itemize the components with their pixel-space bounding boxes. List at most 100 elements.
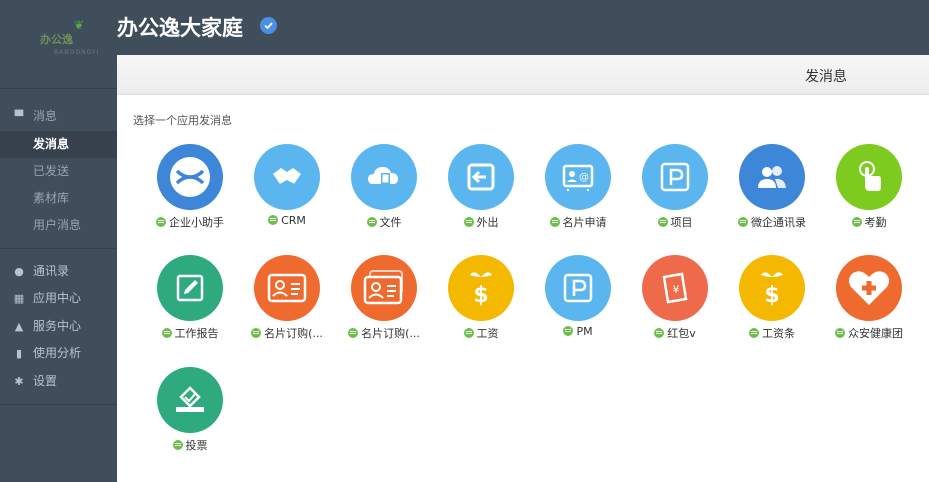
message-icon bbox=[835, 328, 845, 338]
message-icon bbox=[657, 217, 668, 227]
sidebar-item-sent[interactable]: 已发送 bbox=[0, 158, 117, 185]
message-icon bbox=[251, 328, 262, 338]
vote-icon bbox=[157, 367, 223, 433]
svg-text:$: $ bbox=[764, 283, 779, 308]
sidebar-item-send-message[interactable]: 发消息 bbox=[0, 131, 117, 158]
instruction-text: 选择一个应用发消息 bbox=[133, 114, 232, 127]
app-tile-label: 文件 bbox=[379, 216, 402, 229]
app-tile-weiqi-contacts[interactable]: 微企通讯录 bbox=[727, 144, 817, 239]
sidebar-item-user-messages[interactable]: 用户消息 bbox=[0, 212, 117, 239]
apps-icon: ▦ bbox=[13, 292, 25, 305]
id-card-icon bbox=[254, 255, 320, 321]
app-tile-label: 外出 bbox=[476, 216, 499, 229]
message-icon bbox=[463, 217, 474, 227]
message-icon bbox=[549, 217, 560, 227]
sidebar-item-settings[interactable]: ✱ 设置 bbox=[0, 368, 117, 395]
sidebar-item-contacts[interactable]: ● 通讯录 bbox=[0, 258, 117, 285]
app-tile-files[interactable]: 文件 bbox=[339, 144, 429, 239]
message-icon bbox=[268, 215, 279, 225]
app-tile-label: 项目 bbox=[670, 216, 693, 229]
app-tile-card-order-1[interactable]: 名片订购(... bbox=[242, 255, 332, 350]
gear-icon: ✱ bbox=[14, 375, 24, 388]
message-icon bbox=[348, 328, 359, 338]
handshake-icon bbox=[254, 144, 320, 210]
sidebar: ▀ 消息 发消息 已发送 素材库 用户消息 ● 通讯录 ▦ 应用中心 ▲ 服务中… bbox=[0, 55, 117, 482]
exit-icon bbox=[448, 144, 514, 210]
message-icon bbox=[463, 328, 474, 338]
app-tile-label: 微企通讯录 bbox=[751, 216, 806, 229]
app-tile-zhongan-health[interactable]: 众安健康团 bbox=[824, 255, 914, 350]
verified-check-icon bbox=[260, 17, 277, 34]
salary-icon: $ bbox=[448, 255, 514, 321]
leaf-icon: ❦ bbox=[74, 18, 85, 32]
sidebar-item-materials[interactable]: 素材库 bbox=[0, 185, 117, 212]
app-tile-pm[interactable]: PM bbox=[533, 255, 623, 350]
health-heart-icon bbox=[836, 255, 902, 321]
sidebar-divider bbox=[0, 88, 117, 89]
app-tile-card-order-2[interactable]: 名片订购(... bbox=[339, 255, 429, 350]
app-tile-label: 名片申请 bbox=[562, 216, 607, 229]
edit-report-icon bbox=[157, 255, 223, 321]
contacts-icon: ● bbox=[14, 265, 24, 278]
touch-icon bbox=[836, 144, 902, 210]
app-tile-label: CRM bbox=[281, 214, 306, 227]
app-tile-label: 名片订购(... bbox=[361, 327, 420, 340]
app-tile-label: PM bbox=[576, 325, 593, 338]
panel-header: 发消息 bbox=[117, 55, 929, 95]
sidebar-item-label: 使用分析 bbox=[33, 346, 82, 360]
sidebar-item-label: 设置 bbox=[33, 374, 58, 388]
message-icon bbox=[161, 328, 172, 338]
sidebar-item-app-center[interactable]: ▦ 应用中心 bbox=[0, 285, 117, 312]
app-tile-label: 企业小助手 bbox=[169, 216, 224, 229]
sidebar-item-label: 消息 bbox=[33, 109, 58, 123]
app-tile-vote[interactable]: 投票 bbox=[145, 367, 235, 462]
payslip-icon: $ bbox=[739, 255, 805, 321]
app-tile-red-packet[interactable]: ¥ 红包v bbox=[630, 255, 720, 350]
app-tile-label: 考勤 bbox=[864, 216, 887, 229]
message-icon bbox=[851, 217, 862, 227]
sidebar-item-label: 已发送 bbox=[33, 164, 70, 178]
project-p-icon bbox=[642, 144, 708, 210]
app-tile-outing[interactable]: 外出 bbox=[436, 144, 526, 239]
service-icon: ▲ bbox=[14, 320, 24, 333]
app-tile-attendance[interactable]: 考勤 bbox=[824, 144, 914, 239]
app-tile-label: 工资条 bbox=[762, 327, 795, 340]
app-tile-crm[interactable]: CRM bbox=[242, 144, 332, 239]
app-tile-project[interactable]: 项目 bbox=[630, 144, 720, 239]
app-tile-label: 名片订购(... bbox=[264, 327, 323, 340]
svg-text:¥: ¥ bbox=[673, 283, 680, 296]
people-icon bbox=[739, 144, 805, 210]
svg-text:$: $ bbox=[473, 283, 488, 308]
sidebar-item-service-center[interactable]: ▲ 服务中心 bbox=[0, 313, 117, 340]
pm-p-icon bbox=[545, 255, 611, 321]
app-tile-label: 众安健康团 bbox=[848, 327, 903, 340]
sidebar-item-label: 通讯录 bbox=[33, 264, 70, 278]
app-tile-work-report[interactable]: 工作报告 bbox=[145, 255, 235, 350]
business-card-icon: @ bbox=[545, 144, 611, 210]
svg-text:@: @ bbox=[579, 172, 589, 183]
sidebar-item-label: 应用中心 bbox=[33, 291, 82, 305]
sidebar-item-usage-analysis[interactable]: ▮ 使用分析 bbox=[0, 340, 117, 367]
sidebar-item-label: 发消息 bbox=[33, 137, 70, 151]
company-logo: ❦ 办公逸 BANGONGYI bbox=[40, 18, 104, 58]
app-tile-payslip[interactable]: $ 工资条 bbox=[727, 255, 817, 350]
panel-title: 发消息 bbox=[805, 69, 847, 85]
top-header: ❦ 办公逸 BANGONGYI 办公逸大家庭 bbox=[0, 0, 929, 58]
chart-icon: ▮ bbox=[15, 347, 23, 360]
message-icon bbox=[366, 217, 377, 227]
sidebar-item-label: 素材库 bbox=[33, 191, 70, 205]
app-tile-card-request[interactable]: @ 名片申请 bbox=[533, 144, 623, 239]
sidebar-item-messages[interactable]: ▀ 消息 bbox=[0, 103, 117, 130]
app-tile-assistant[interactable]: 企业小助手 bbox=[145, 144, 235, 239]
app-tile-salary[interactable]: $ 工资 bbox=[436, 255, 526, 350]
message-icon bbox=[654, 328, 665, 338]
message-icon bbox=[738, 217, 748, 227]
sidebar-divider bbox=[0, 248, 117, 249]
message-icon bbox=[156, 217, 166, 227]
red-packet-icon: ¥ bbox=[642, 255, 708, 321]
cloud-file-icon bbox=[351, 144, 417, 210]
app-tile-label: 工资 bbox=[476, 327, 499, 340]
app-tile-label: 投票 bbox=[185, 439, 208, 452]
org-title: 办公逸大家庭 bbox=[117, 16, 243, 40]
sidebar-item-label: 用户消息 bbox=[33, 218, 82, 232]
